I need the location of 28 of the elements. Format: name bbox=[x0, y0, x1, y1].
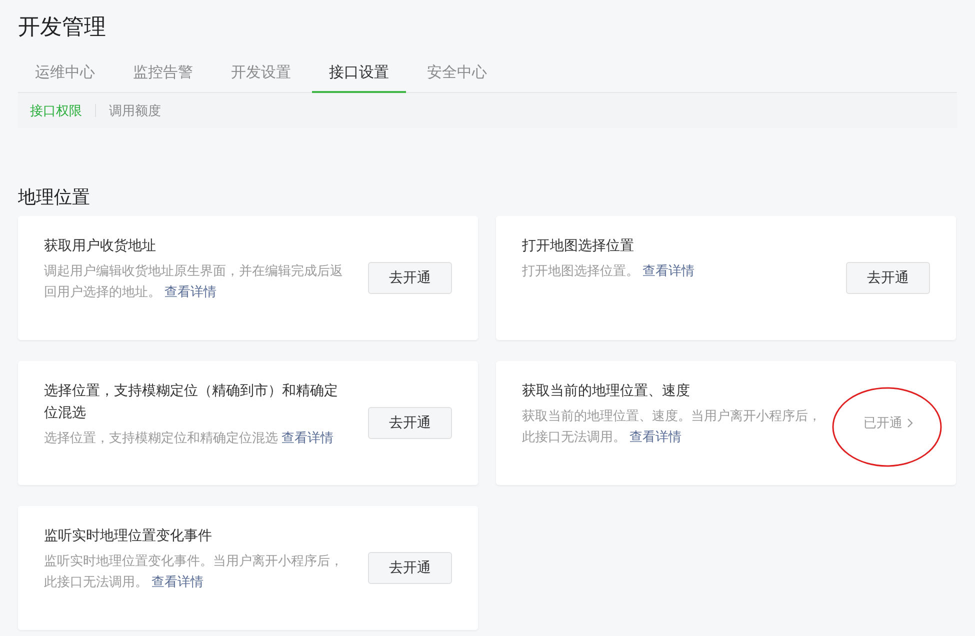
subtab[interactable]: 调用额度 bbox=[109, 102, 174, 120]
activate-button[interactable]: 去开通 bbox=[368, 552, 452, 584]
activate-button[interactable]: 去开通 bbox=[368, 407, 452, 439]
api-title: 选择位置，支持模糊定位（精确到市）和精确定位混选 bbox=[44, 381, 339, 422]
api-title: 监听实时地理位置变化事件 bbox=[44, 526, 213, 545]
api-description: 选择位置，支持模糊定位和精确定位混选 查看详情 bbox=[44, 429, 335, 447]
api-description: 打开地图选择位置。 查看详情 bbox=[522, 262, 696, 280]
tab[interactable]: 运维中心 bbox=[18, 64, 112, 93]
api-description: 监听实时地理位置变化事件。当用户离开小程序后，此接口无法调用。 查看详情 bbox=[44, 552, 344, 591]
chevron-right-icon bbox=[906, 418, 912, 428]
page-title: 开发管理 bbox=[18, 13, 107, 41]
api-description: 调起用户编辑收货地址原生界面，并在编辑完成后返回用户选择的地址。 查看详情 bbox=[44, 262, 344, 301]
details-link[interactable]: 查看详情 bbox=[164, 284, 217, 299]
api-title: 获取当前的地理位置、速度 bbox=[522, 381, 691, 400]
section-title: 地理位置 bbox=[18, 186, 91, 208]
details-link[interactable]: 查看详情 bbox=[152, 574, 204, 589]
status-link[interactable]: 已开通 bbox=[864, 414, 902, 432]
tab[interactable]: 监控告警 bbox=[116, 64, 210, 93]
api-description: 获取当前的地理位置、速度。当用户离开小程序后，此接口无法调用。 查看详情 bbox=[522, 407, 822, 446]
activate-button[interactable]: 去开通 bbox=[368, 262, 452, 294]
tab[interactable]: 开发设置 bbox=[214, 64, 308, 93]
api-title: 获取用户收货地址 bbox=[44, 236, 157, 255]
activate-button[interactable]: 去开通 bbox=[846, 262, 930, 294]
details-link[interactable]: 查看详情 bbox=[630, 429, 682, 444]
tab[interactable]: 安全中心 bbox=[410, 64, 504, 93]
api-title: 打开地图选择位置 bbox=[522, 236, 635, 255]
details-link[interactable]: 查看详情 bbox=[282, 430, 334, 445]
details-link[interactable]: 查看详情 bbox=[642, 263, 695, 278]
